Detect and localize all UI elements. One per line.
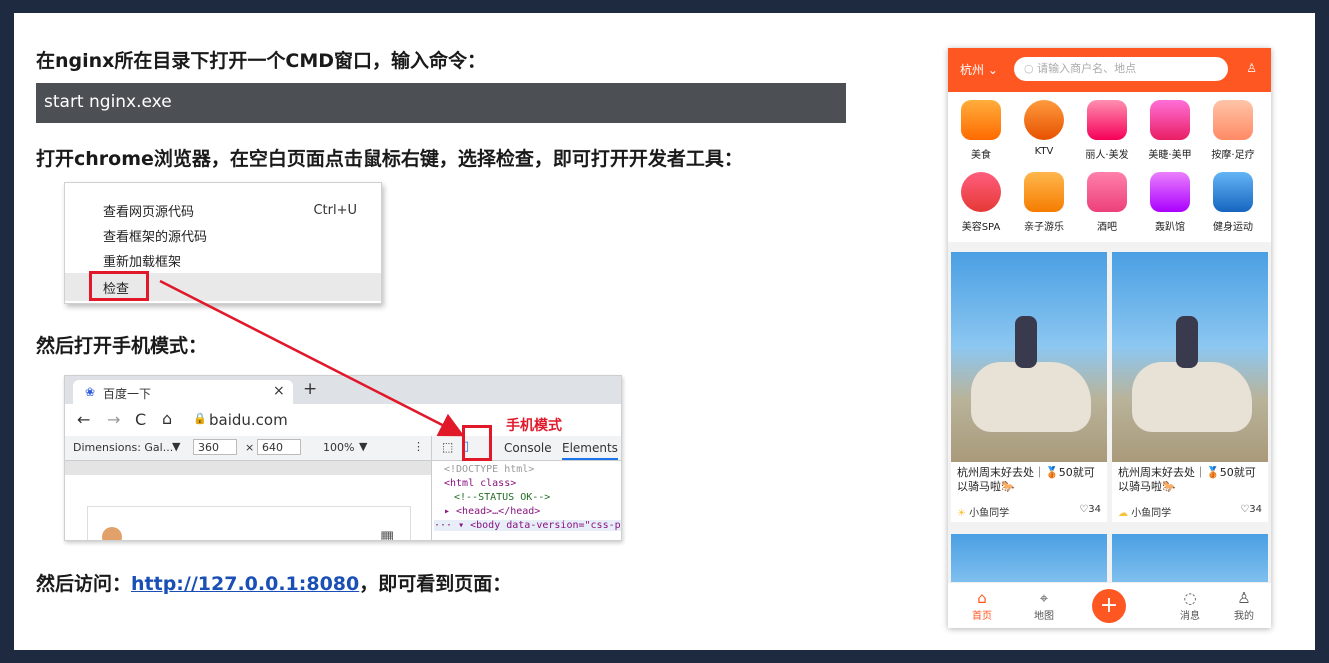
horse-shape (1132, 362, 1252, 432)
card-meta: ☀ 小鱼同学 ♡34 (951, 502, 1107, 522)
category-item[interactable]: 亲子游乐 (1014, 172, 1074, 233)
category-label: 轰趴馆 (1155, 222, 1185, 233)
family-icon (1024, 172, 1064, 212)
cocktail-icon (1087, 172, 1127, 212)
visit-suffix: ，即可看到页面： (359, 573, 512, 595)
category-label: 美睫·美甲 (1148, 150, 1192, 161)
add-post-button[interactable]: + (1092, 589, 1126, 623)
category-grid: 美食 KTV 丽人·美发 美睫·美甲 按摩·足疗 美容SPA 亲子游乐 酒吧 轰… (948, 92, 1271, 242)
search-input[interactable]: ○ 请输入商户名、地点 (1014, 57, 1228, 81)
card-user: 小鱼同学 (1131, 508, 1172, 519)
category-item[interactable]: 按摩·足疗 (1203, 100, 1263, 161)
category-item[interactable]: 丽人·美发 (1077, 100, 1137, 161)
nav-label: 地图 (1034, 611, 1054, 622)
card-meta: ☁ 小鱼同学 ♡34 (1112, 502, 1268, 522)
arrow-line (159, 279, 465, 437)
chat-bubble-icon: ◌ (1183, 589, 1197, 607)
party-mask-icon (1150, 172, 1190, 212)
rider-shape (1176, 316, 1198, 368)
card-title: 杭州周末好去处｜🥉50就可以骑马啦🐎 (1118, 466, 1256, 493)
likes-count: 34 (1088, 504, 1101, 515)
likes-count: 34 (1249, 504, 1262, 515)
card-photo (951, 252, 1107, 462)
user-avatar-icon: ☀ (957, 508, 966, 519)
card-likes[interactable]: ♡34 (1079, 504, 1101, 515)
bottom-nav: ⌂ 首页 ⌖ 地图 + ◌ 消息 ♙ 我的 (948, 582, 1271, 628)
map-pin-icon: ⌖ (1039, 589, 1049, 607)
rider-shape (1015, 316, 1037, 368)
category-label: KTV (1034, 146, 1054, 157)
category-item[interactable]: 美睫·美甲 (1140, 100, 1200, 161)
dumbbell-icon (1213, 172, 1253, 212)
category-item[interactable]: KTV (1014, 100, 1074, 157)
feed-card[interactable]: 杭州周末好去处｜🥉50就可以骑马啦🐎 ☀ 小鱼同学 ♡34 (951, 252, 1107, 522)
nav-home[interactable]: ⌂ 首页 (962, 589, 1002, 622)
annotation-arrow (159, 279, 465, 437)
localhost-link[interactable]: http://127.0.0.1:8080 (131, 573, 359, 595)
visit-prefix: 然后访问： (36, 573, 132, 595)
nav-label: 首页 (972, 611, 992, 622)
document-page: 在nginx所在目录下打开一个CMD窗口，输入命令： start nginx.e… (14, 13, 1315, 650)
nav-profile[interactable]: ♙ 我的 (1224, 589, 1264, 622)
nail-icon (1150, 100, 1190, 140)
category-label: 亲子游乐 (1024, 222, 1064, 233)
user-icon[interactable]: ♙ (1246, 61, 1257, 75)
category-label: 美容SPA (961, 222, 1001, 233)
nav-map[interactable]: ⌖ 地图 (1024, 589, 1064, 622)
microphone-icon (1024, 100, 1064, 140)
category-item[interactable]: 健身运动 (1203, 172, 1263, 233)
nav-messages[interactable]: ◌ 消息 (1170, 589, 1210, 622)
horse-shape (971, 362, 1091, 432)
home-icon: ⌂ (977, 589, 987, 607)
category-item[interactable]: 酒吧 (1077, 172, 1137, 233)
card-likes[interactable]: ♡34 (1240, 504, 1262, 515)
card-title: 杭州周末好去处｜🥉50就可以骑马啦🐎 (957, 466, 1095, 493)
city-selector[interactable]: 杭州 ⌄ (960, 61, 998, 78)
card-photo (1112, 252, 1268, 462)
user-avatar-icon: ☁ (1118, 508, 1128, 519)
feed: 杭州周末好去处｜🥉50就可以骑马啦🐎 ☀ 小鱼同学 ♡34 杭州周末好去处｜🥉5… (948, 242, 1271, 594)
search-icon: ○ (1024, 62, 1034, 75)
category-label: 酒吧 (1097, 222, 1117, 233)
category-label: 美食 (971, 150, 991, 161)
search-placeholder: 请输入商户名、地点 (1037, 62, 1137, 75)
card-user: 小鱼同学 (969, 508, 1010, 519)
user-icon: ♙ (1237, 589, 1251, 607)
heading-visit: 然后访问：http://127.0.0.1:8080，即可看到页面： (36, 569, 511, 596)
spa-icon (961, 172, 1001, 212)
category-label: 健身运动 (1213, 222, 1253, 233)
nav-label: 我的 (1234, 611, 1254, 622)
phone-header: 杭州 ⌄ ○ 请输入商户名、地点 ♙ (948, 48, 1271, 92)
category-item[interactable]: 轰趴馆 (1140, 172, 1200, 233)
category-item[interactable]: 美食 (951, 100, 1011, 161)
category-label: 丽人·美发 (1085, 150, 1129, 161)
massage-icon (1213, 100, 1253, 140)
hair-icon (1087, 100, 1127, 140)
nav-label: 消息 (1180, 611, 1200, 622)
feed-card[interactable]: 杭州周末好去处｜🥉50就可以骑马啦🐎 ☁ 小鱼同学 ♡34 (1112, 252, 1268, 522)
food-icon (961, 100, 1001, 140)
category-label: 按摩·足疗 (1211, 150, 1255, 161)
category-item[interactable]: 美容SPA (951, 172, 1011, 233)
city-label: 杭州 (960, 63, 985, 77)
phone-preview: 杭州 ⌄ ○ 请输入商户名、地点 ♙ 美食 KTV 丽人·美发 美睫·美甲 按摩… (948, 48, 1271, 628)
